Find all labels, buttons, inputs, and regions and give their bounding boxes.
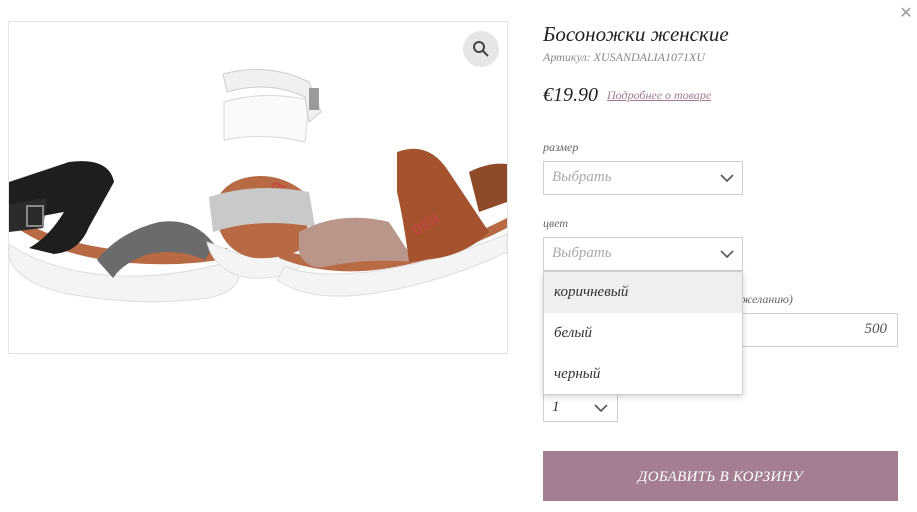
product-sku: Артикул: XUSANDALIA1071XU xyxy=(543,50,706,64)
size-select-value: Выбрать xyxy=(552,169,612,185)
add-to-cart-button[interactable]: ДОБАВИТЬ В КОРЗИНУ xyxy=(543,451,898,501)
magnifier-icon xyxy=(473,41,489,57)
color-select-value: Выбрать xyxy=(552,245,612,261)
close-icon[interactable]: ✕ xyxy=(897,4,915,22)
zoom-button[interactable] xyxy=(463,31,499,67)
color-select[interactable]: Выбрать xyxy=(543,237,743,271)
quantity-select[interactable]: 1 xyxy=(543,394,618,422)
custom-field-label: желанию) xyxy=(741,292,793,306)
size-select[interactable]: Выбрать xyxy=(543,161,743,195)
product-price: €19.90 xyxy=(543,84,598,106)
custom-field-value: 500 xyxy=(864,321,888,337)
color-label: цвет xyxy=(543,216,569,230)
sandals-illustration: kusa osa xyxy=(9,69,507,303)
product-title: Босоножки женские xyxy=(543,22,729,46)
product-image: kusa osa xyxy=(8,21,508,354)
chevron-down-icon xyxy=(720,250,734,259)
chevron-down-icon xyxy=(594,404,608,413)
custom-field-input[interactable]: 500 xyxy=(737,313,898,347)
more-details-link[interactable]: Подробнее о товаре xyxy=(607,88,711,103)
color-option[interactable]: черный xyxy=(544,354,742,395)
color-dropdown-list: коричневый белый черный xyxy=(543,271,743,395)
color-option[interactable]: белый xyxy=(544,313,742,354)
color-option[interactable]: коричневый xyxy=(544,272,742,313)
size-label: размер xyxy=(543,140,579,154)
quantity-value: 1 xyxy=(552,399,560,415)
chevron-down-icon xyxy=(720,174,734,183)
